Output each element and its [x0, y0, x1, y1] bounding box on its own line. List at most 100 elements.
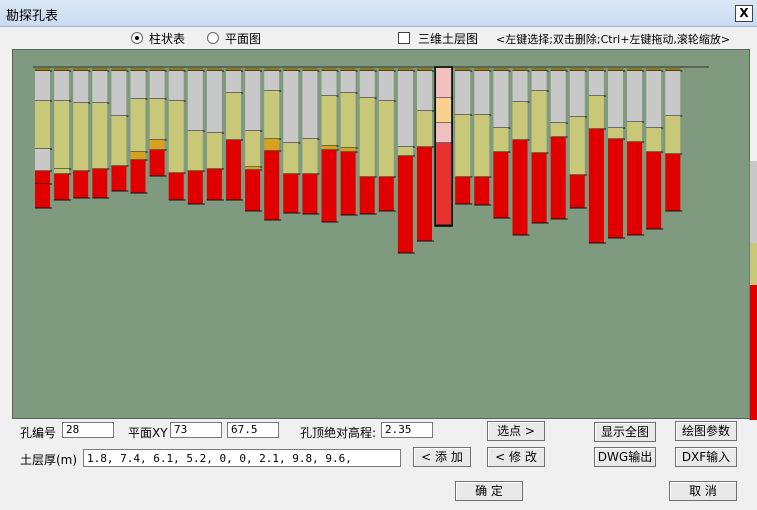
borehole-column[interactable] [168, 68, 186, 201]
canvas-hint: <左键选择;双击删除;Ctrl+左键拖动,滚轮缩放> [496, 33, 731, 46]
soil-layer [149, 150, 165, 176]
soil-layer [493, 71, 509, 128]
soil-layer [512, 102, 528, 140]
soil-layer [512, 71, 528, 102]
window-title: 勘探孔表 [6, 9, 59, 24]
soil-layer [665, 116, 681, 154]
soil-layer [111, 116, 127, 166]
strip-grey-2 [750, 169, 757, 243]
borehole-column[interactable] [92, 68, 110, 199]
close-button[interactable]: X [735, 5, 753, 22]
soil-layer [35, 184, 50, 208]
borehole-column[interactable] [646, 68, 664, 230]
soil-layer [264, 91, 280, 139]
borehole-canvas[interactable] [12, 49, 750, 419]
borehole-column[interactable] [493, 68, 511, 219]
soil-layer [397, 71, 413, 147]
strip-yellow [750, 243, 757, 285]
soil-layer [436, 68, 452, 98]
soil-layer [264, 151, 280, 220]
borehole-column[interactable] [283, 68, 301, 214]
soil-layer [206, 133, 222, 169]
soil-layer [359, 98, 375, 177]
soil-layer [111, 166, 127, 191]
draw-params-button[interactable]: 绘图参数 [675, 421, 737, 441]
strip-red [750, 285, 757, 420]
borehole-column[interactable] [226, 68, 243, 201]
soil-layer [665, 154, 681, 211]
soil-layer [608, 128, 623, 139]
borehole-column[interactable] [340, 68, 358, 216]
select-point-button[interactable]: 选点 > [487, 421, 545, 441]
soil-layer [627, 71, 643, 122]
elevation-label: 孔顶绝对高程: [300, 426, 377, 440]
checkbox-3d[interactable]: 三维土层图 [398, 30, 478, 46]
borehole-column[interactable] [111, 68, 129, 192]
soil-layer [665, 71, 681, 116]
radio-columnar-label: 柱状表 [149, 32, 186, 46]
borehole-column[interactable] [665, 68, 683, 212]
borehole-column[interactable] [417, 68, 434, 242]
borehole-column[interactable] [187, 68, 205, 205]
soil-layer [187, 71, 203, 131]
soil-layer [588, 129, 604, 243]
borehole-column[interactable] [627, 68, 645, 236]
soil-layer [493, 128, 509, 152]
borehole-column[interactable] [512, 68, 530, 236]
borehole-column[interactable] [397, 68, 415, 254]
borehole-column[interactable] [569, 68, 587, 209]
borehole-column[interactable] [531, 68, 549, 224]
borehole-column[interactable] [130, 68, 148, 194]
layer-thickness-input[interactable] [83, 449, 401, 467]
borehole-column[interactable] [455, 68, 473, 205]
dxf-input-button[interactable]: DXF输入 [675, 447, 737, 467]
borehole-column[interactable] [264, 68, 282, 221]
borehole-column[interactable] [54, 68, 72, 201]
borehole-column[interactable] [588, 68, 606, 244]
borehole-column[interactable] [73, 68, 91, 199]
soil-layer [130, 71, 146, 99]
borehole-column[interactable] [206, 68, 224, 201]
cancel-button[interactable]: 取 消 [669, 481, 737, 501]
modify-button[interactable]: < 修 改 [487, 447, 545, 467]
add-button[interactable]: < 添 加 [413, 447, 471, 467]
soil-layer [397, 156, 413, 253]
soil-layer [226, 140, 241, 200]
soil-layer [302, 174, 318, 214]
plane-y-input[interactable] [227, 422, 279, 438]
borehole-column[interactable] [35, 68, 52, 209]
soil-layer [54, 101, 70, 169]
radio-plan[interactable]: 平面图 [207, 30, 261, 46]
elevation-input[interactable] [381, 422, 433, 438]
soil-layer [646, 128, 662, 152]
borehole-column[interactable] [378, 68, 396, 212]
borehole-column[interactable] [608, 68, 625, 239]
soil-layer [417, 147, 432, 241]
show-all-button[interactable]: 显示全图 [594, 422, 656, 442]
dwg-output-button[interactable]: DWG输出 [594, 447, 656, 467]
borehole-column[interactable] [321, 68, 339, 223]
borehole-column[interactable] [149, 68, 167, 177]
soil-layer [321, 146, 337, 150]
hole-no-label: 孔编号 [20, 426, 57, 440]
ok-button[interactable]: 确 定 [455, 481, 523, 501]
radio-columnar[interactable]: 柱状表 [131, 30, 185, 46]
soil-layer [321, 71, 337, 96]
soil-layer [455, 115, 471, 177]
soil-layer [187, 131, 203, 171]
borehole-column[interactable] [359, 68, 377, 215]
soil-layer [35, 149, 50, 171]
borehole-column[interactable] [245, 68, 263, 212]
soil-layer [340, 152, 356, 215]
soil-layer [245, 170, 261, 211]
soil-layer [397, 147, 413, 156]
borehole-column[interactable] [550, 68, 568, 220]
soil-layer [226, 93, 241, 140]
borehole-column[interactable] [474, 68, 492, 206]
hole-no-input[interactable] [62, 422, 114, 438]
checkbox-icon [398, 32, 410, 44]
plane-x-input[interactable] [170, 422, 222, 438]
borehole-column[interactable] [434, 66, 454, 227]
soil-layer [130, 160, 146, 193]
borehole-column[interactable] [302, 68, 320, 215]
